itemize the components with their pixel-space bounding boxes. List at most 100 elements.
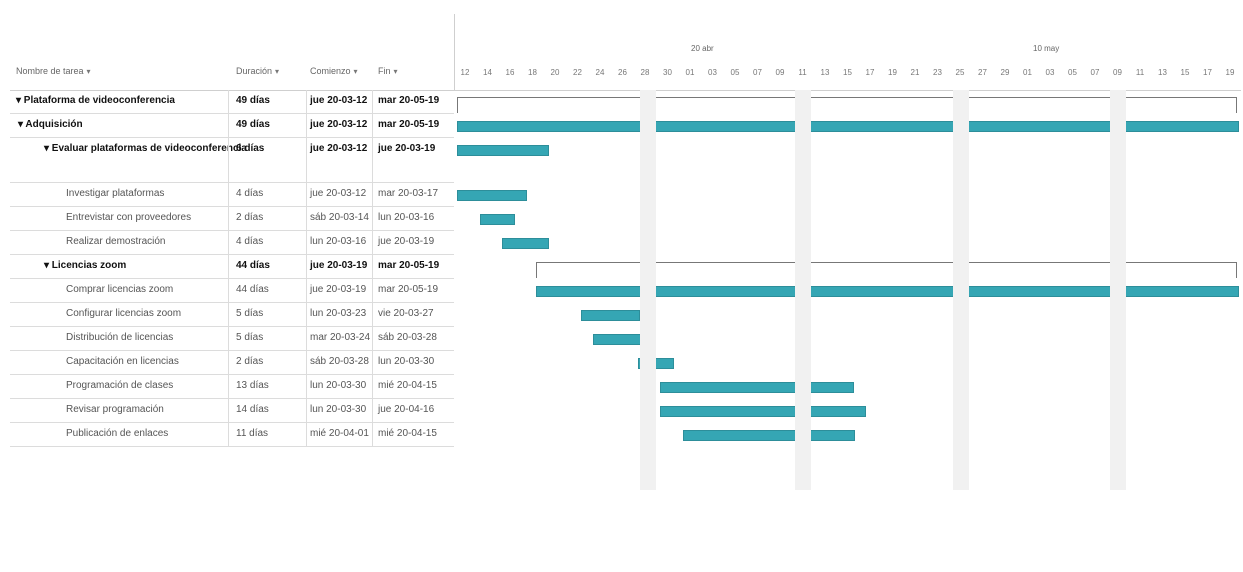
- day-label: 17: [865, 68, 875, 77]
- day-label: 22: [573, 68, 582, 77]
- column-divider: [228, 231, 229, 254]
- day-label: 28: [640, 68, 650, 77]
- task-start: lun 20-03-23: [310, 308, 367, 319]
- month-label: 10 may: [1033, 44, 1060, 53]
- gantt-bar[interactable]: [457, 190, 527, 201]
- task-duration: 5 días: [236, 332, 264, 343]
- summary-row[interactable]: ▾ Plataforma de videoconferencia 49 días j…: [10, 90, 454, 114]
- task-start: mié 20-04-01: [310, 428, 369, 439]
- day-label: 23: [933, 68, 942, 77]
- task-row[interactable]: Configurar licencias zoom 5 días lun 20-03…: [10, 303, 454, 327]
- gantt-bar[interactable]: [581, 310, 640, 321]
- task-row[interactable]: Revisar programación 14 días lun 20-03-30 j…: [10, 399, 454, 423]
- day-label: 03: [708, 68, 717, 77]
- column-divider: [372, 255, 373, 278]
- summary-row[interactable]: ▾ Adquisición 49 días jue 20-03-12 mar 20-0…: [10, 114, 454, 138]
- day-label: 07: [1090, 68, 1100, 77]
- task-name: ▾ Licencias zoom: [44, 260, 127, 271]
- chevron-down-icon[interactable]: ▾: [87, 67, 91, 76]
- task-duration: 49 días: [236, 95, 270, 106]
- column-divider: [372, 351, 373, 374]
- task-end: sáb 20-03-28: [378, 332, 437, 343]
- summary-row[interactable]: ▾ Evaluar plataformas de videoconferenci…: [10, 138, 454, 183]
- day-label: 20: [550, 68, 560, 77]
- column-divider: [306, 114, 307, 137]
- task-row[interactable]: Realizar demostración 4 días lun 20-03-16 j…: [10, 231, 454, 255]
- column-divider: [306, 138, 307, 182]
- weekend-shade: [1110, 90, 1126, 490]
- task-end: jue 20-03-19: [378, 143, 436, 154]
- gantt-bar[interactable]: [457, 145, 550, 156]
- day-label: 05: [730, 68, 740, 77]
- column-header-duration[interactable]: Duración ▾: [236, 66, 279, 76]
- task-end: mar 20-05-19: [378, 284, 439, 295]
- task-start: lun 20-03-16: [310, 236, 367, 247]
- column-divider: [228, 351, 229, 374]
- task-row[interactable]: Comprar licencias zoom 44 días jue 20-03-1…: [10, 279, 454, 303]
- column-header-start[interactable]: Comienzo ▾: [310, 66, 358, 76]
- column-divider: [372, 423, 373, 446]
- chevron-down-icon[interactable]: ▾: [394, 67, 398, 76]
- task-row[interactable]: Entrevistar con proveedores 2 días sáb 20-…: [10, 207, 454, 231]
- column-divider: [306, 279, 307, 302]
- task-row[interactable]: Distribución de licencias 5 días mar 20-03…: [10, 327, 454, 351]
- column-divider: [228, 207, 229, 230]
- day-label: 21: [910, 68, 920, 77]
- task-end: lun 20-03-16: [378, 212, 435, 223]
- column-divider: [228, 183, 229, 206]
- gantt-bar[interactable]: [502, 238, 550, 249]
- task-name: ▾ Adquisición: [18, 119, 83, 130]
- column-divider: [228, 90, 229, 113]
- day-label: 12: [460, 68, 470, 77]
- column-divider: [228, 255, 229, 278]
- day-label: 15: [1180, 68, 1190, 77]
- task-duration: 5 días: [236, 308, 264, 319]
- day-label: 11: [798, 68, 807, 77]
- table-header: Nombre de tarea ▾ Duración ▾ Comienzo ▾ Fin…: [10, 14, 455, 91]
- day-label: 16: [505, 68, 515, 77]
- column-header-end[interactable]: Fin ▾: [378, 66, 398, 76]
- task-duration: 13 días: [236, 380, 269, 391]
- column-header-name[interactable]: Nombre de tarea ▾: [16, 66, 91, 76]
- day-label: 19: [888, 68, 897, 77]
- task-end: mar 20-05-19: [378, 260, 440, 271]
- task-start: jue 20-03-19: [310, 284, 367, 295]
- task-row[interactable]: Capacitación en licencias 2 días sáb 20-03…: [10, 351, 454, 375]
- task-row[interactable]: Publicación de enlaces 11 días mié 20-04-0…: [10, 423, 454, 447]
- column-divider: [372, 183, 373, 206]
- column-divider: [306, 327, 307, 350]
- column-divider: [372, 303, 373, 326]
- task-start: sáb 20-03-28: [310, 356, 369, 367]
- day-label: 01: [1023, 68, 1032, 77]
- task-start: mar 20-03-24: [310, 332, 371, 343]
- chevron-down-icon[interactable]: ▾: [354, 67, 358, 76]
- day-label: 13: [1158, 68, 1167, 77]
- task-row[interactable]: Investigar plataformas 4 días jue 20-03-12…: [10, 183, 454, 207]
- task-start: jue 20-03-12: [310, 188, 367, 199]
- day-label: 05: [1068, 68, 1077, 77]
- task-end: mié 20-04-15: [378, 428, 437, 439]
- gantt-chart: 20 abr 10 may 12 14 16 18 20 22 24 26 28 30 01 03 05…: [455, 14, 1241, 490]
- task-end: jue 20-03-19: [378, 236, 435, 247]
- gantt-bar[interactable]: [683, 430, 855, 441]
- column-divider: [372, 375, 373, 398]
- column-divider: [372, 399, 373, 422]
- gantt-bar[interactable]: [660, 382, 855, 393]
- column-divider: [372, 114, 373, 137]
- summary-row[interactable]: ▾ Licencias zoom 44 días jue 20-03-19 mar 2…: [10, 255, 454, 279]
- day-label: 15: [843, 68, 852, 77]
- gantt-bar[interactable]: [660, 406, 866, 417]
- column-divider: [306, 255, 307, 278]
- column-divider: [306, 351, 307, 374]
- task-duration: 44 días: [236, 260, 270, 271]
- column-divider: [228, 375, 229, 398]
- day-label: 11: [1135, 68, 1145, 77]
- day-label: 13: [820, 68, 830, 77]
- task-start: lun 20-03-30: [310, 404, 367, 415]
- chevron-down-icon[interactable]: ▾: [275, 67, 279, 76]
- task-row[interactable]: Programación de clases 13 días lun 20-03-3…: [10, 375, 454, 399]
- column-divider: [306, 423, 307, 446]
- task-start: jue 20-03-12: [310, 95, 368, 106]
- gantt-bar[interactable]: [479, 214, 516, 225]
- task-end: mar 20-05-19: [378, 95, 440, 106]
